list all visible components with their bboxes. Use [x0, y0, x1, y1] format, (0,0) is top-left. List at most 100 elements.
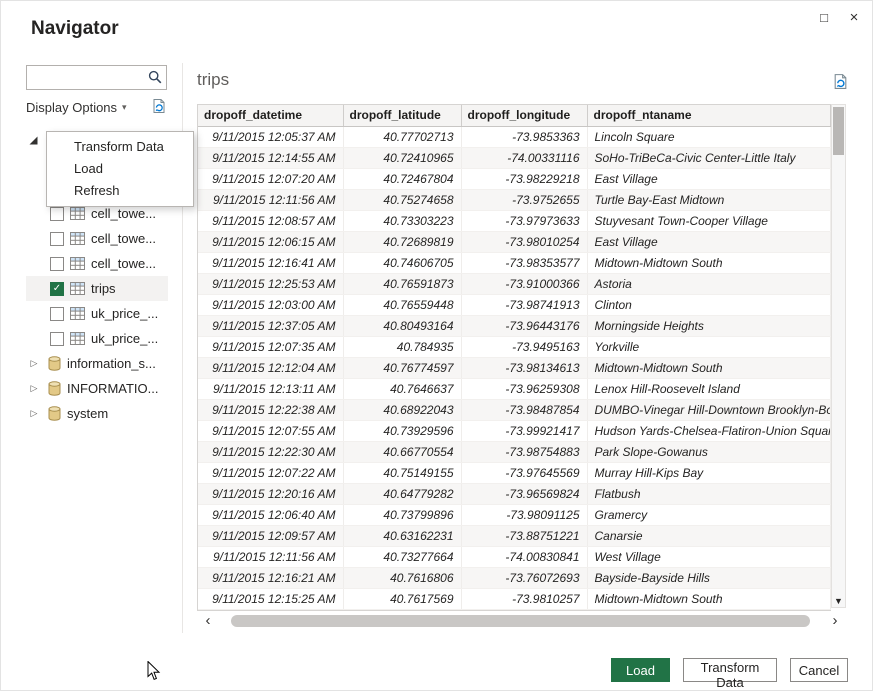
cell-dropoff_longitude: -73.9495163 — [461, 336, 587, 357]
search-box — [26, 65, 167, 90]
chevron-down-icon[interactable]: ▾ — [122, 102, 127, 113]
cell-dropoff_ntaname: Astoria — [587, 273, 830, 294]
expand-arrow-icon[interactable]: ▷ — [26, 358, 42, 369]
maximize-button[interactable]: □ — [812, 5, 836, 29]
tree-item-system[interactable]: ▷system — [26, 401, 168, 426]
table-row: 9/11/2015 12:16:41 AM40.74606705-73.9835… — [198, 252, 830, 273]
cell-dropoff_longitude: -73.98754883 — [461, 441, 587, 462]
tree-item-label: cell_towe... — [91, 256, 156, 271]
cell-dropoff_longitude: -73.98353577 — [461, 252, 587, 273]
table-header-row: dropoff_datetimedropoff_latitudedropoff_… — [198, 105, 830, 126]
table-icon — [70, 282, 85, 295]
database-icon — [48, 406, 61, 421]
cell-dropoff_longitude: -73.98091125 — [461, 504, 587, 525]
vertical-scrollbar[interactable]: ▼ — [831, 104, 846, 608]
cell-dropoff_longitude: -73.88751221 — [461, 525, 587, 546]
column-header-dropoff_longitude: dropoff_longitude — [461, 105, 587, 126]
tree-item-uk-price-[interactable]: uk_price_... — [26, 326, 168, 351]
cell-dropoff_longitude: -74.00830841 — [461, 546, 587, 567]
tree-item-cell-towe-[interactable]: cell_towe... — [26, 251, 168, 276]
column-header-dropoff_datetime: dropoff_datetime — [198, 105, 343, 126]
cancel-button[interactable]: Cancel — [790, 658, 848, 682]
cell-dropoff_datetime: 9/11/2015 12:16:21 AM — [198, 567, 343, 588]
cell-dropoff_latitude: 40.63162231 — [343, 525, 461, 546]
cell-dropoff_datetime: 9/11/2015 12:06:40 AM — [198, 504, 343, 525]
cell-dropoff_ntaname: Midtown-Midtown South — [587, 357, 830, 378]
cell-dropoff_latitude: 40.76591873 — [343, 273, 461, 294]
load-button[interactable]: Load — [611, 658, 670, 682]
display-options-label[interactable]: Display Options — [26, 100, 117, 115]
cell-dropoff_latitude: 40.66770554 — [343, 441, 461, 462]
item-checkbox[interactable] — [50, 257, 64, 271]
vertical-scrollbar-thumb[interactable] — [833, 107, 844, 155]
cell-dropoff_datetime: 9/11/2015 12:11:56 AM — [198, 189, 343, 210]
item-checkbox[interactable] — [50, 332, 64, 346]
column-header-dropoff_ntaname: dropoff_ntaname — [587, 105, 830, 126]
table-row: 9/11/2015 12:09:57 AM40.63162231-73.8875… — [198, 525, 830, 546]
cell-dropoff_latitude: 40.77702713 — [343, 126, 461, 147]
table-row: 9/11/2015 12:07:20 AM40.72467804-73.9822… — [198, 168, 830, 189]
scroll-left-icon[interactable]: ‹ — [197, 613, 219, 629]
cell-dropoff_ntaname: Turtle Bay-East Midtown — [587, 189, 830, 210]
cell-dropoff_datetime: 9/11/2015 12:03:00 AM — [198, 294, 343, 315]
data-preview-grid: dropoff_datetimedropoff_latitudedropoff_… — [197, 104, 831, 611]
item-checkbox[interactable] — [50, 232, 64, 246]
expand-arrow-icon[interactable]: ▷ — [26, 408, 42, 419]
cell-dropoff_ntaname: Morningside Heights — [587, 315, 830, 336]
cell-dropoff_latitude: 40.76774597 — [343, 357, 461, 378]
cell-dropoff_latitude: 40.73929596 — [343, 420, 461, 441]
display-options: Display Options ▾ — [26, 98, 167, 117]
tree-item-uk-price-[interactable]: uk_price_... — [26, 301, 168, 326]
mouse-cursor — [147, 661, 161, 687]
table-row: 9/11/2015 12:13:11 AM40.7646637-73.96259… — [198, 378, 830, 399]
table-row: 9/11/2015 12:11:56 AM40.73277664-74.0083… — [198, 546, 830, 567]
search-input[interactable] — [27, 66, 144, 89]
table-row: 9/11/2015 12:06:15 AM40.72689819-73.9801… — [198, 231, 830, 252]
column-header-dropoff_latitude: dropoff_latitude — [343, 105, 461, 126]
horizontal-scrollbar[interactable]: ‹ › — [197, 612, 846, 630]
refresh-icon[interactable] — [151, 98, 167, 117]
cell-dropoff_longitude: -73.99921417 — [461, 420, 587, 441]
cell-dropoff_ntaname: Yorkville — [587, 336, 830, 357]
cell-dropoff_datetime: 9/11/2015 12:07:20 AM — [198, 168, 343, 189]
table-row: 9/11/2015 12:14:55 AM40.72410965-74.0033… — [198, 147, 830, 168]
cell-dropoff_datetime: 9/11/2015 12:37:05 AM — [198, 315, 343, 336]
cell-dropoff_latitude: 40.7617569 — [343, 588, 461, 609]
cell-dropoff_datetime: 9/11/2015 12:13:11 AM — [198, 378, 343, 399]
tree-item-trips[interactable]: ✓trips — [26, 276, 168, 301]
cell-dropoff_latitude: 40.72689819 — [343, 231, 461, 252]
tree-item-label: cell_towe... — [91, 231, 156, 246]
expand-arrow-icon[interactable]: ▷ — [26, 383, 42, 394]
context-menu-item-refresh[interactable]: Refresh — [47, 180, 193, 202]
transform-data-button[interactable]: Transform Data — [683, 658, 777, 682]
tree-item-cell-towe-[interactable]: cell_towe... — [26, 226, 168, 251]
table-icon — [70, 232, 85, 245]
scroll-down-icon[interactable]: ▼ — [832, 596, 845, 606]
cell-dropoff_ntaname: Gramercy — [587, 504, 830, 525]
horizontal-scroll-track[interactable] — [219, 615, 824, 627]
item-checkbox[interactable]: ✓ — [50, 282, 64, 296]
context-menu-item-load[interactable]: Load — [47, 158, 193, 180]
cell-dropoff_ntaname: Lincoln Square — [587, 126, 830, 147]
item-checkbox[interactable] — [50, 307, 64, 321]
search-icon[interactable] — [144, 70, 166, 85]
cell-dropoff_datetime: 9/11/2015 12:06:15 AM — [198, 231, 343, 252]
tree-item-label: INFORMATIO... — [67, 381, 158, 396]
close-button[interactable]: × — [842, 5, 866, 29]
item-checkbox[interactable] — [50, 207, 64, 221]
horizontal-scrollbar-thumb[interactable] — [231, 615, 810, 627]
cell-dropoff_ntaname: Murray Hill-Kips Bay — [587, 462, 830, 483]
cell-dropoff_longitude: -73.98010254 — [461, 231, 587, 252]
scroll-right-icon[interactable]: › — [824, 613, 846, 629]
tree-item-information-s-[interactable]: ▷information_s... — [26, 351, 168, 376]
refresh-preview-icon[interactable] — [832, 73, 849, 95]
cell-dropoff_datetime: 9/11/2015 12:22:38 AM — [198, 399, 343, 420]
cell-dropoff_ntaname: Stuyvesant Town-Cooper Village — [587, 210, 830, 231]
cell-dropoff_datetime: 9/11/2015 12:12:04 AM — [198, 357, 343, 378]
table-row: 9/11/2015 12:22:30 AM40.66770554-73.9875… — [198, 441, 830, 462]
dialog-title: Navigator — [31, 18, 119, 40]
cell-dropoff_ntaname: Midtown-Midtown South — [587, 588, 830, 609]
expanded-root-arrow-icon[interactable] — [29, 132, 39, 142]
context-menu-item-transform-data[interactable]: Transform Data — [47, 136, 193, 158]
tree-item-informatio-[interactable]: ▷ INFORMATIO... — [26, 376, 168, 401]
